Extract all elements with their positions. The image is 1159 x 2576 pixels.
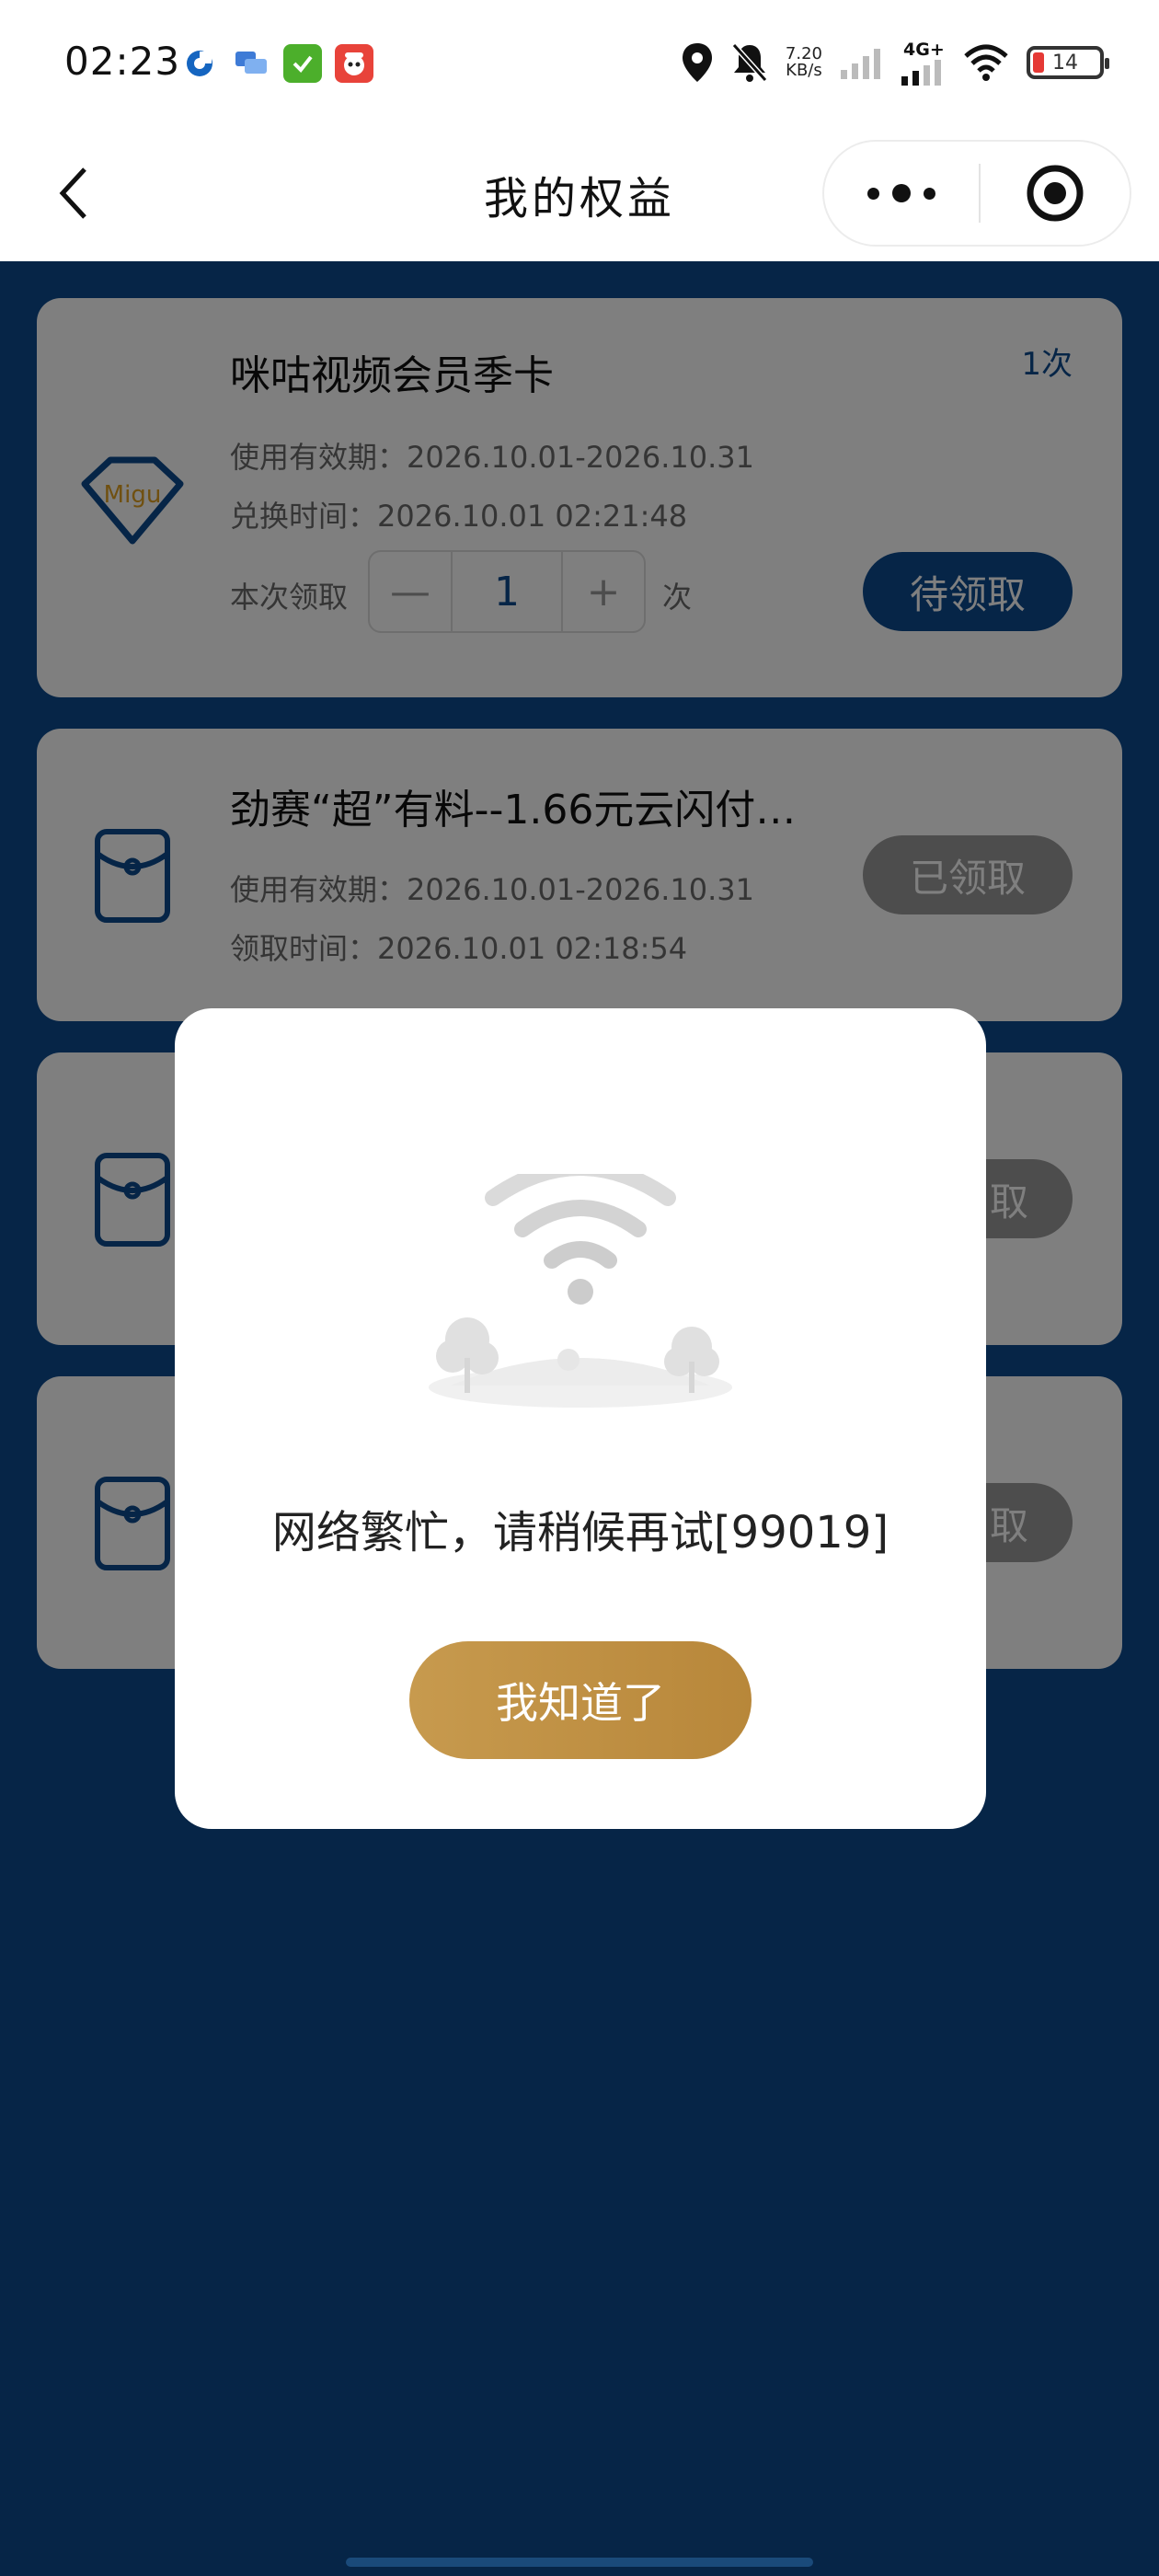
close-button[interactable]: [981, 142, 1130, 245]
got-it-button[interactable]: 我知道了: [409, 1641, 752, 1759]
mini-program-capsule: [822, 140, 1131, 247]
signal-4g: 4G+: [900, 40, 946, 86]
home-indicator[interactable]: [346, 2558, 813, 2567]
notification-icons: [180, 44, 373, 83]
nav-bar: 我的权益: [0, 129, 1159, 261]
battery-icon: 14: [1027, 46, 1109, 79]
more-button[interactable]: [824, 142, 979, 245]
error-dialog: 网络繁忙，请稍候再试[99019] 我知道了: [175, 1008, 986, 1829]
mascot-app-icon: [335, 44, 373, 83]
network-label: 4G+: [903, 40, 945, 60]
target-close-icon: [1027, 165, 1084, 222]
more-dots-icon: [867, 187, 879, 200]
mute-bell-icon: [731, 42, 768, 83]
net-speed: 7.20 KB/s: [786, 46, 822, 79]
dialog-message: 网络繁忙，请稍候再试[99019]: [271, 1507, 889, 1558]
net-speed-unit: KB/s: [786, 61, 822, 80]
network-error-wifi-illustration: [414, 1159, 747, 1524]
signal-4g-icon: [901, 60, 941, 86]
chat-app-icon: [232, 44, 270, 83]
battery-level: 14: [1052, 51, 1078, 75]
signal-icon: [841, 49, 880, 79]
location-icon: [682, 43, 712, 82]
checklist-app-icon: [283, 44, 322, 83]
status-bar: 02:23 7.20 KB/s 4G+ 14: [0, 0, 1159, 129]
status-indicators: 7.20 KB/s 4G+ 14: [681, 37, 1109, 88]
status-time: 02:23: [64, 39, 181, 84]
bank-app-icon: [180, 44, 219, 83]
wifi-icon: [964, 44, 1008, 81]
